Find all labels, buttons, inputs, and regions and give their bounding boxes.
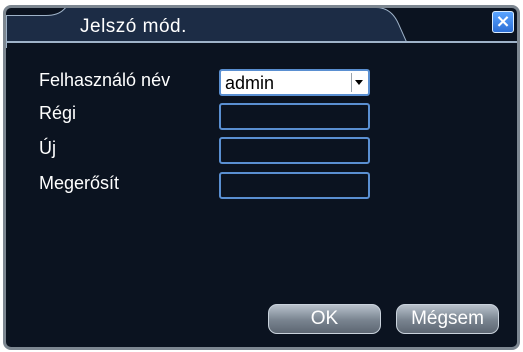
new-password-label: Új — [39, 138, 56, 158]
old-password-input[interactable] — [219, 103, 370, 130]
username-select-value: admin — [225, 73, 275, 93]
dialog-title: Jelszó mód. — [80, 16, 187, 37]
close-button[interactable]: × — [492, 11, 514, 33]
ok-button[interactable]: OK — [268, 304, 381, 334]
password-dialog: Jelszó mód. × Felhasználó név admin Régi… — [3, 5, 520, 350]
chevron-down-icon[interactable] — [351, 73, 366, 92]
new-password-input[interactable] — [219, 137, 370, 164]
cancel-button[interactable]: Mégsem — [396, 304, 499, 334]
close-icon: × — [495, 11, 511, 32]
confirm-password-label: Megerősít — [39, 173, 120, 193]
old-password-label: Régi — [39, 103, 77, 123]
username-select[interactable]: admin — [219, 69, 370, 96]
confirm-password-input[interactable] — [219, 172, 370, 199]
username-label: Felhasználó név — [39, 70, 171, 90]
